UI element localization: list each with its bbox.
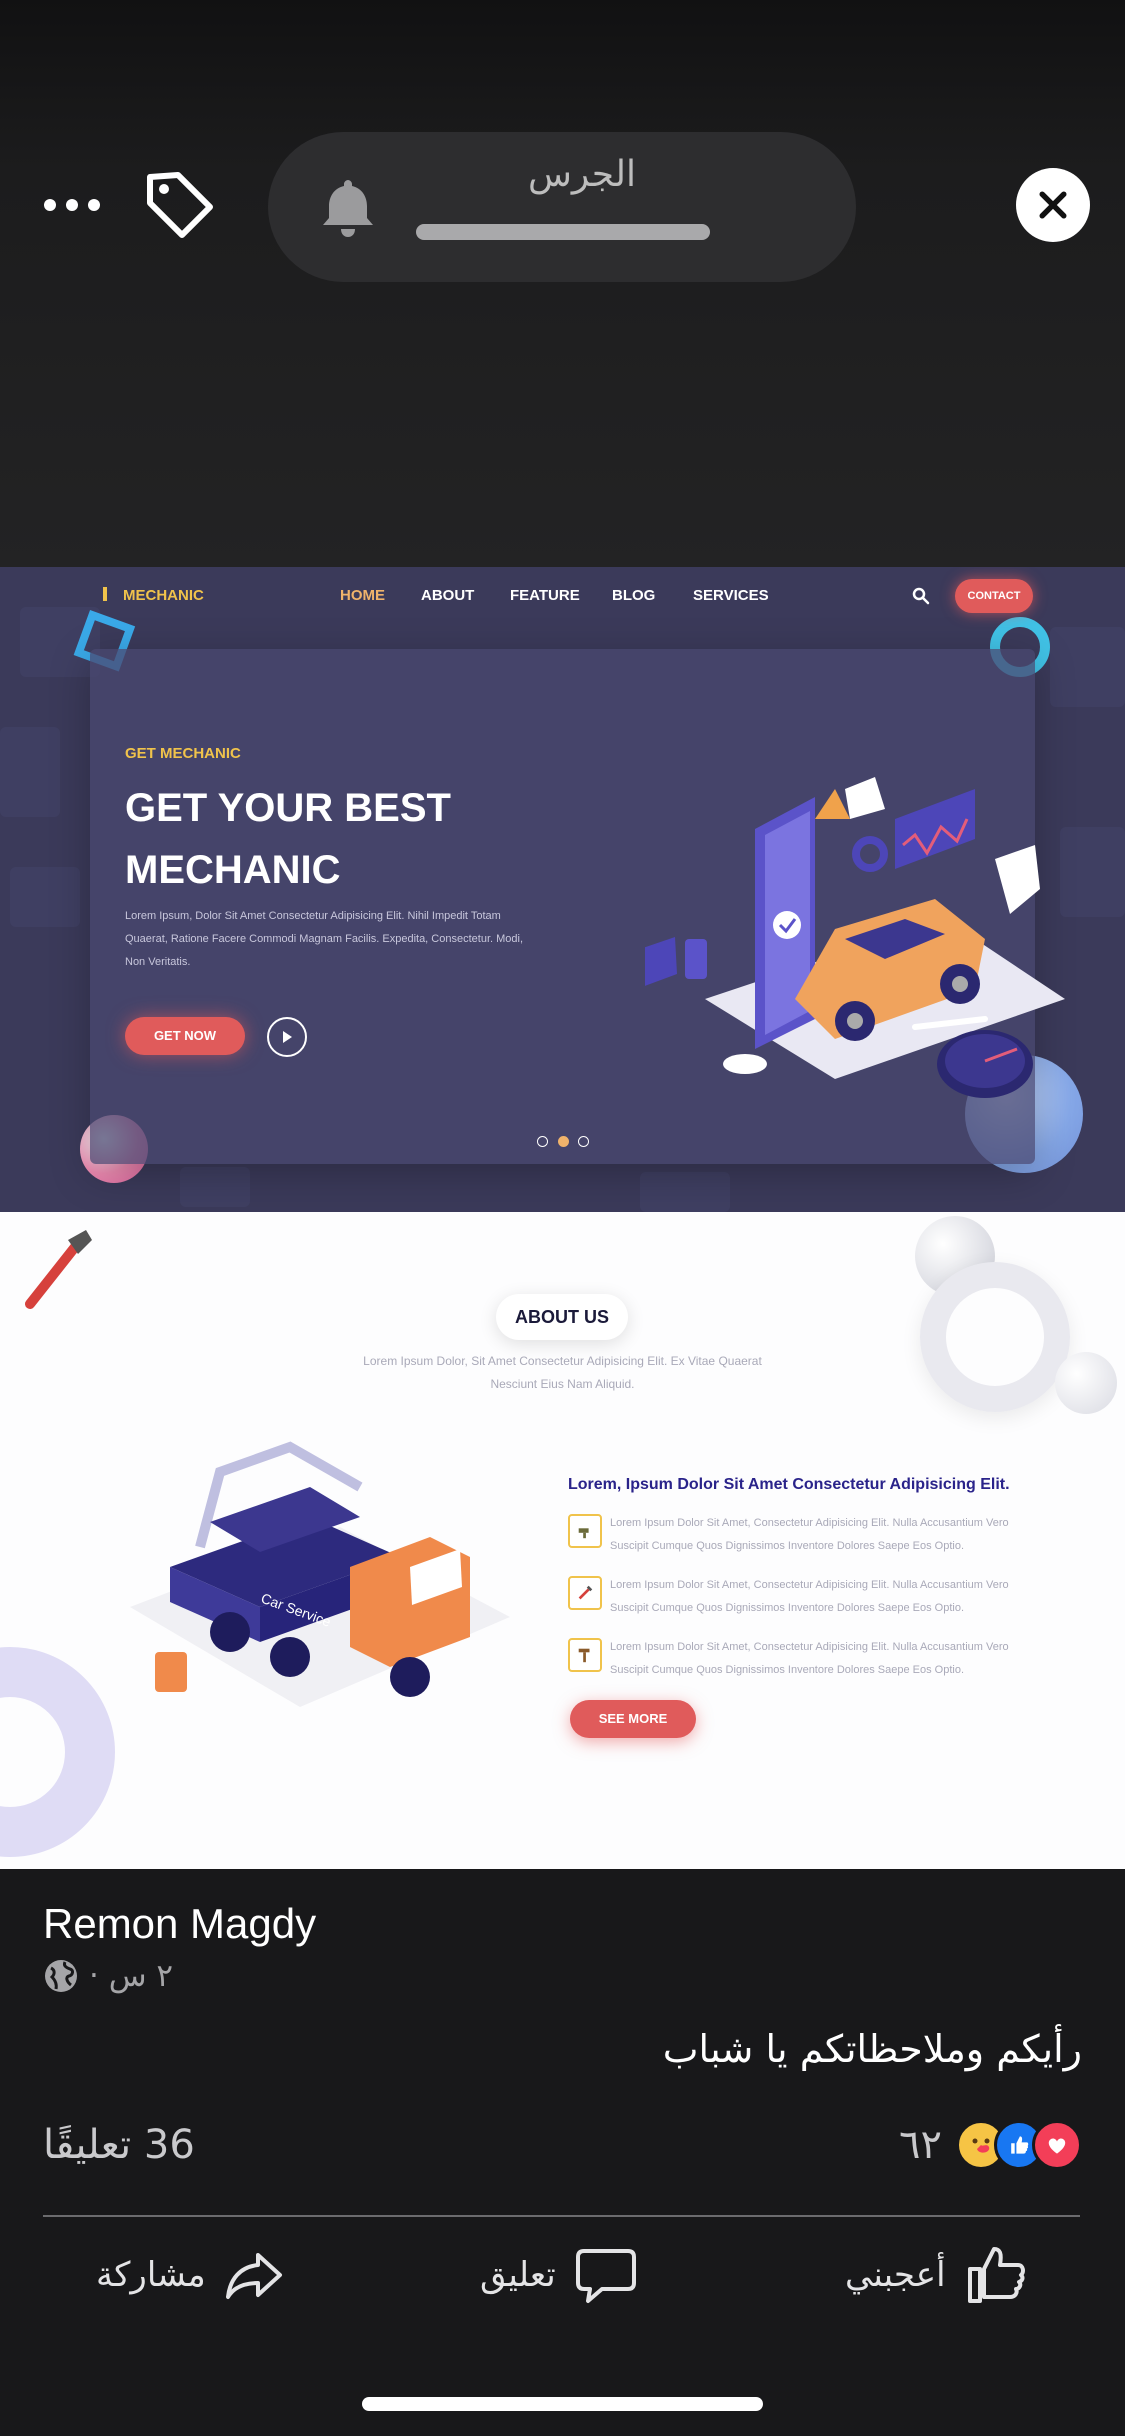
share-label: مشاركة [96,2255,206,2295]
hero-body: Lorem Ipsum, Dolor Sit Amet Consectetur … [125,910,524,968]
hero-card: GET MECHANIC GET YOUR BEST MECHANIC Lore… [90,649,1065,1164]
share-arrow-icon [225,2253,282,2299]
small-sphere-decoration [1055,1352,1117,1414]
reactions-summary[interactable]: ٦٢ [899,2118,1082,2172]
bg-tile [0,727,60,817]
get-now-button[interactable]: GET NOW [125,1017,245,1055]
pipe-wrench-icon [25,1230,92,1309]
carousel-dots [537,1134,589,1148]
ellipsis-icon [44,199,56,211]
comment-bubble-icon [575,2249,636,2303]
about-feature-title: Lorem, Ipsum Dolor Sit Amet Consectetur … [568,1476,1010,1493]
screwdriver-icon [568,1576,602,1610]
lavender-ring-decoration [0,1647,115,1857]
bg-tile [180,1167,250,1207]
carousel-dot-active[interactable] [557,1135,569,1147]
post-time[interactable]: ٢ س · [89,1958,173,1994]
hero-kicker: GET MECHANIC [125,745,241,762]
about-heading: ABOUT US [496,1294,628,1340]
close-button[interactable] [1016,168,1090,242]
about-feature-text: Lorem Ipsum Dolor Sit Amet, Consectetur … [610,1579,1009,1614]
post-image[interactable]: MECHANIC HOME ABOUT FEATURE BLOG SERVICE… [0,567,1125,1869]
ellipsis-icon [66,199,78,211]
white-ring-decoration [920,1262,1070,1412]
reactions-count: ٦٢ [899,2122,942,2168]
like-button[interactable]: أعجبني [845,2240,1028,2310]
post-author-name[interactable]: Remon Magdy [43,1900,316,1948]
post-caption: رأيكم وملاحظاتكم يا شباب [662,2027,1082,2071]
about-feature-item: Lorem Ipsum Dolor Sit Amet, Consectetur … [568,1636,1038,1684]
tow-truck-illustration: Car Service [130,1441,510,1707]
notification-title: الجرس [527,154,637,195]
see-more-button[interactable]: SEE MORE [570,1700,696,1738]
like-label: أعجبني [845,2255,946,2295]
share-button[interactable]: مشاركة [96,2240,286,2310]
about-feature-item: Lorem Ipsum Dolor Sit Amet, Consectetur … [568,1512,1038,1560]
thumbs-up-icon [967,2247,1025,2303]
play-icon [283,1031,292,1043]
bg-tile [10,867,80,927]
carousel-dot[interactable] [578,1135,589,1147]
contact-button[interactable]: CONTACT [955,579,1033,613]
love-icon [1032,2120,1082,2170]
nav-item-services[interactable]: SERVICES [693,587,769,604]
notification-pill[interactable]: الجرس [268,132,856,282]
website-hero: MECHANIC HOME ABOUT FEATURE BLOG SERVICE… [0,567,1125,1212]
actions-divider [43,2215,1080,2217]
nav-item-feature[interactable]: FEATURE [510,587,580,604]
website-about-section: ABOUT US Lorem Ipsum Dolor, Sit Amet Con… [0,1212,1125,1869]
comment-label: تعليق [480,2255,556,2295]
nav-item-about[interactable]: ABOUT [421,587,474,604]
photo-viewer-header: الجرس [0,0,1125,567]
drill-icon [568,1514,602,1548]
about-feature-text: Lorem Ipsum Dolor Sit Amet, Consectetur … [610,1517,1009,1552]
about-feature-item: Lorem Ipsum Dolor Sit Amet, Consectetur … [568,1574,1038,1622]
post-actions-bar: مشاركة تعليق أعجبني [0,2240,1125,2310]
close-icon [1039,191,1067,219]
website-logo[interactable]: MECHANIC [123,587,204,604]
comment-button[interactable]: تعليق [480,2240,638,2310]
post-meta: ٢ س · [43,1956,173,1996]
hammer-icon [568,1638,602,1672]
search-icon[interactable] [912,587,930,605]
play-button[interactable] [267,1017,307,1057]
wrench-logo-icon [103,587,107,601]
more-options-button[interactable] [44,185,100,225]
notification-progress-bar [416,224,710,240]
ellipsis-icon [88,199,100,211]
carousel-dot[interactable] [537,1135,548,1147]
bg-tile [1050,627,1125,707]
mechanic-phone-car-illustration [645,777,1065,1098]
hero-headline: GET YOUR BEST MECHANIC [125,786,451,892]
globe-icon [45,1960,77,1992]
website-navbar: MECHANIC HOME ABOUT FEATURE BLOG SERVICE… [0,567,1125,627]
nav-item-home[interactable]: HOME [340,587,385,604]
nav-item-blog[interactable]: BLOG [612,587,655,604]
about-feature-text: Lorem Ipsum Dolor Sit Amet, Consectetur … [610,1641,1009,1676]
bg-tile [640,1172,730,1212]
home-indicator[interactable] [362,2397,763,2411]
about-subtitle: Lorem Ipsum Dolor, Sit Amet Consectetur … [363,1354,762,1391]
tag-icon[interactable] [140,165,220,245]
comments-count[interactable]: 36 تعليقًا [43,2122,195,2168]
